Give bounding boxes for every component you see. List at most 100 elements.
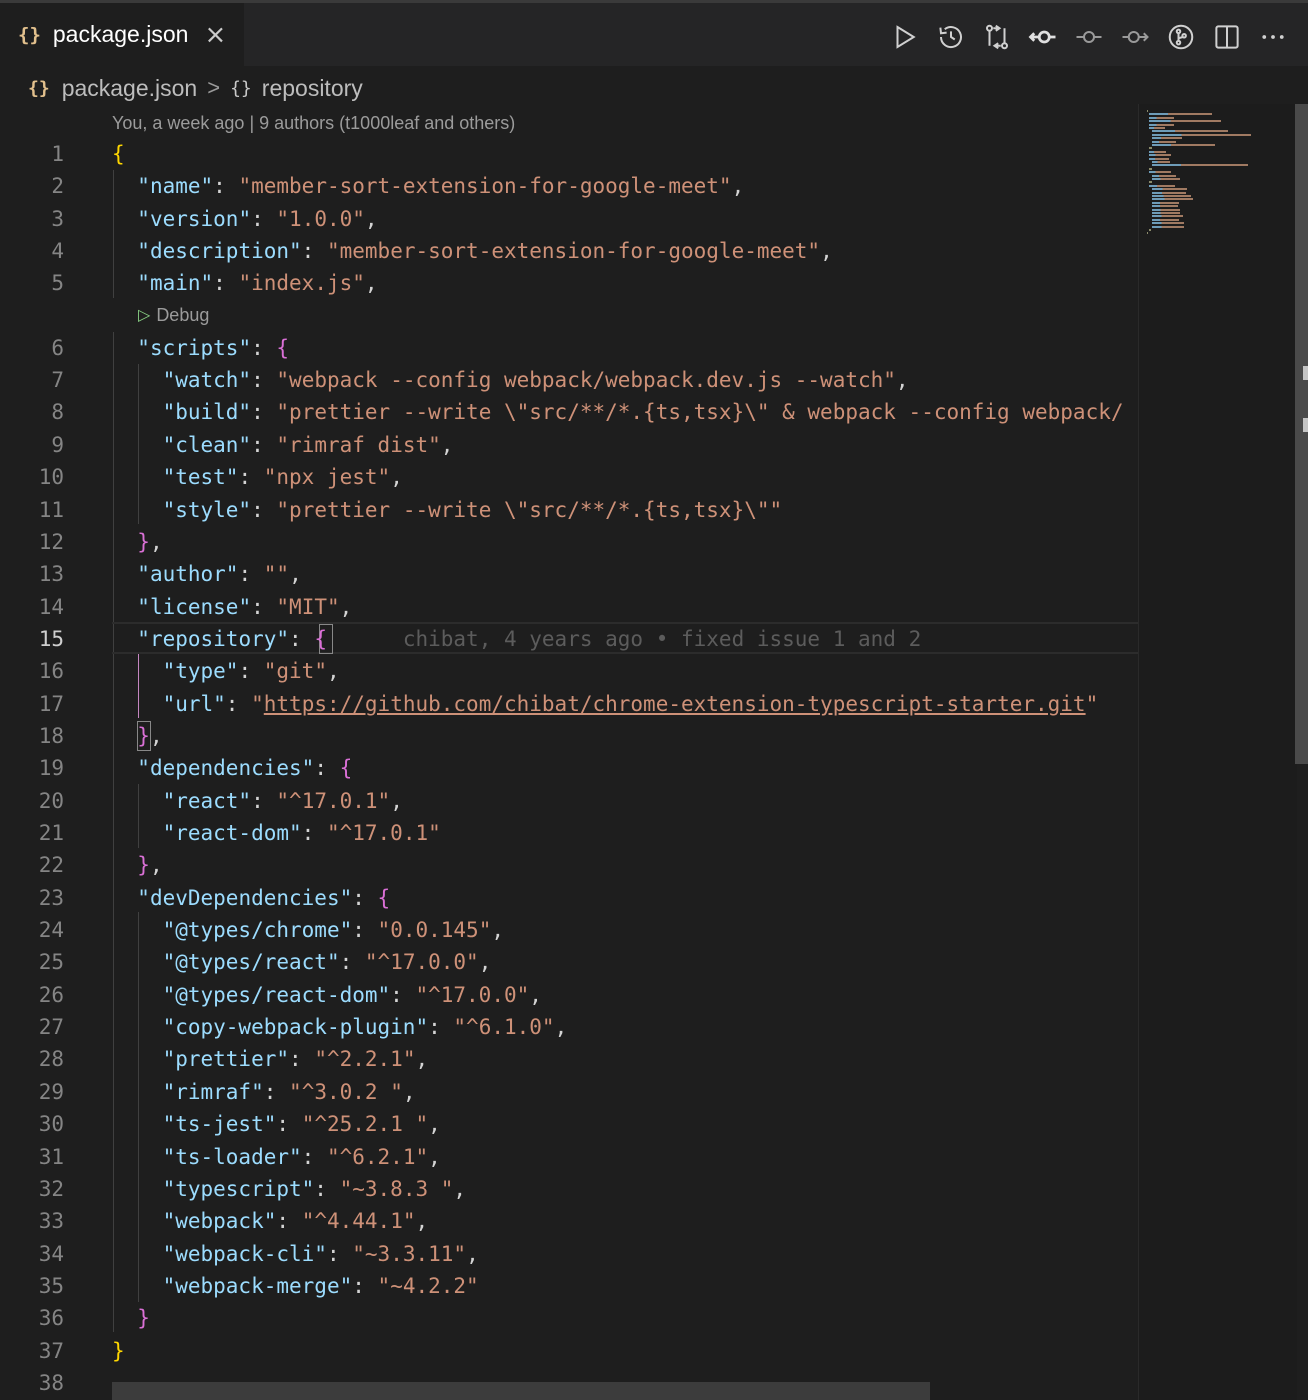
code-text: "clean": "rimraf dist", [162,432,454,457]
code-line[interactable]: 28 "prettier": "^2.2.1", [0,1043,1138,1075]
minimap-line [1149,181,1152,184]
code-line[interactable]: 8 "build": "prettier --write \"src/**/*.… [0,396,1138,428]
code-line[interactable]: 7 "watch": "webpack --config webpack/web… [0,364,1138,396]
code-line[interactable]: 1{ [0,138,1138,170]
code-line[interactable]: 24 "@types/chrome": "0.0.145", [0,914,1138,946]
code-line[interactable]: 15 "repository": { chibat, 4 years ago •… [0,623,1138,655]
line-number: 31 [38,1144,64,1169]
minimap-line [1149,167,1152,170]
code-line[interactable]: 14 "license": "MIT", [0,591,1138,623]
minimap-line [1151,198,1194,201]
git-commit-previous-icon[interactable] [1020,15,1066,59]
line-number: 14 [38,594,64,619]
scrollbar-marker [1303,418,1308,432]
line-number: 32 [38,1176,64,1201]
code-text: "@types/react-dom": "^17.0.0", [162,982,542,1007]
code-text: "version": "1.0.0", [137,206,378,231]
code-text: "react": "^17.0.1", [162,788,403,813]
chevron-right-icon: > [207,75,221,100]
compare-changes-icon[interactable] [974,15,1020,59]
line-number: 23 [38,885,64,910]
breadcrumb-node[interactable]: repository [262,75,363,102]
code-line[interactable]: 20 "react": "^17.0.1", [0,785,1138,817]
code-line[interactable]: 34 "webpack-cli": "~3.3.11", [0,1238,1138,1270]
code-line[interactable]: 16 "type": "git", [0,655,1138,687]
code-text: "name": "member-sort-extension-for-googl… [137,174,745,199]
code-line[interactable]: 33 "webpack": "^4.44.1", [0,1205,1138,1237]
code-line[interactable]: 32 "typescript": "~3.8.3 ", [0,1173,1138,1205]
line-number: 15 [38,626,64,651]
codelens-debug[interactable]: ▷ Debug [138,300,209,330]
minimap-line [1151,161,1170,163]
minimap[interactable] [1138,104,1297,1400]
code-line[interactable]: 5 "main": "index.js", [0,267,1138,299]
code-text: "test": "npx jest", [162,465,403,490]
debug-play-icon: ▷ [138,307,151,324]
git-commit-icon[interactable] [1066,15,1112,59]
code-line[interactable]: 26 "@types/react-dom": "^17.0.0", [0,979,1138,1011]
line-number: 34 [38,1241,64,1266]
object-symbol-icon: {} [230,77,252,99]
split-editor-icon[interactable] [1204,15,1250,59]
minimap-line [1151,130,1229,133]
line-number: 11 [38,497,64,522]
code-line[interactable]: 23 "devDependencies": { [0,882,1138,914]
code-line[interactable]: 9 "clean": "rimraf dist", [0,429,1138,461]
close-tab-icon[interactable]: × [204,22,226,48]
line-number: 38 [38,1370,64,1395]
code-line[interactable]: 3 "version": "1.0.0", [0,203,1138,235]
minimap-line [1147,232,1149,235]
code-line[interactable]: 25 "@types/react": "^17.0.0", [0,946,1138,978]
code-line[interactable]: 19 "dependencies": { [0,752,1138,784]
code-line[interactable]: 27 "copy-webpack-plugin": "^6.1.0", [0,1011,1138,1043]
line-number: 13 [38,562,64,587]
minimap-line [1149,120,1221,123]
code-line[interactable]: 12 }, [0,526,1138,558]
code-line[interactable]: 36 } [0,1302,1138,1334]
more-actions-icon[interactable] [1250,15,1296,59]
code-text: "author": "", [137,562,302,587]
code-line[interactable]: 2 "name": "member-sort-extension-for-goo… [0,170,1138,202]
code-line[interactable]: 22 }, [0,849,1138,881]
horizontal-scrollbar-thumb[interactable] [112,1382,930,1400]
run-icon[interactable] [882,15,928,59]
code-text: "dependencies": { [137,756,353,781]
gitlens-icon[interactable] [1158,15,1204,59]
code-line[interactable]: 4 "description": "member-sort-extension-… [0,235,1138,267]
minimap-line [1149,116,1175,119]
line-number: 3 [51,206,64,231]
code-line[interactable]: 37} [0,1335,1138,1367]
tab-package-json[interactable]: {} package.json × [0,3,244,66]
code-line[interactable]: 18 }, [0,720,1138,752]
code-text: "rimraf": "^3.0.2 ", [162,1079,416,1104]
code-line[interactable]: 13 "author": "", [0,558,1138,590]
code-text: "devDependencies": { [137,885,391,910]
minimap-line [1147,110,1149,112]
minimap-line [1149,150,1167,153]
code-line[interactable]: 31 "ts-loader": "^6.2.1", [0,1141,1138,1173]
editor-actions [882,15,1296,59]
code-line[interactable]: 10 "test": "npx jest", [0,461,1138,493]
vertical-scrollbar-thumb[interactable] [1295,104,1308,764]
line-number: 17 [38,691,64,716]
code-text: "@types/chrome": "0.0.145", [162,918,504,943]
code-line[interactable]: 6 "scripts": { [0,332,1138,364]
minimap-line [1151,215,1183,218]
code-line[interactable]: 17 "url": "https://github.com/chibat/chr… [0,688,1138,720]
line-number: 35 [38,1273,64,1298]
editor-tab-bar: {} package.json × [0,0,1308,66]
code-line[interactable]: 11 "style": "prettier --write \"src/**/*… [0,494,1138,526]
line-number: 24 [38,918,64,943]
codelens-authors[interactable]: You, a week ago | 9 authors (t1000leaf a… [112,108,515,138]
code-line[interactable]: 30 "ts-jest": "^25.2.1 ", [0,1108,1138,1140]
git-commit-next-icon[interactable] [1112,15,1158,59]
line-number: 18 [38,723,64,748]
code-text: "ts-loader": "^6.2.1", [162,1144,441,1169]
line-number: 25 [38,950,64,975]
code-line[interactable]: 29 "rimraf": "^3.0.2 ", [0,1076,1138,1108]
line-number: 5 [51,271,64,296]
code-line[interactable]: 21 "react-dom": "^17.0.1" [0,817,1138,849]
code-line[interactable]: 35 "webpack-merge": "~4.2.2" [0,1270,1138,1302]
history-icon[interactable] [928,15,974,59]
breadcrumb-file[interactable]: package.json [62,75,198,102]
